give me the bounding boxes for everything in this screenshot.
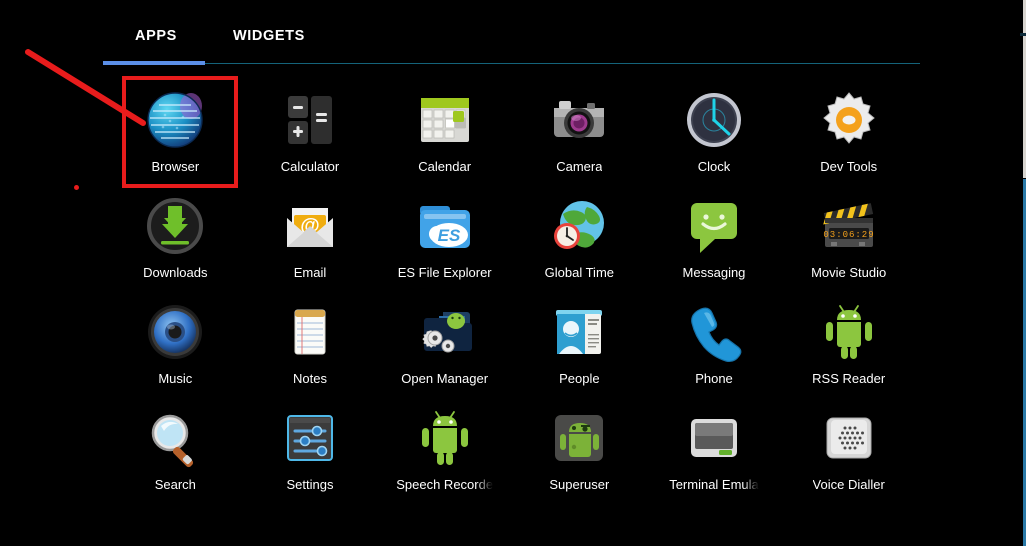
svg-text:ES: ES [437,226,460,245]
app-label: Messaging [682,265,746,280]
calendar-icon [409,84,481,156]
download-icon [139,190,211,262]
globe-clock-icon [543,190,615,262]
app-icon-superuser[interactable]: Superuser [512,396,647,502]
app-icon-camera[interactable]: Camera [512,78,647,184]
app-label: Search [154,477,196,492]
app-icon-messaging[interactable]: Messaging [647,184,782,290]
app-label: Superuser [549,477,610,492]
app-label: Dev Tools [820,159,878,174]
app-icon-people[interactable]: People [512,290,647,396]
app-label: People [559,371,600,386]
app-icon-global-time[interactable]: Global Time [512,184,647,290]
contact-card-icon [543,296,615,368]
app-label: Notes [293,371,327,386]
app-drawer-screen: APPS WIDGETS Browser Calculator Calendar… [0,0,1026,546]
calculator-icon [274,84,346,156]
app-label: Calendar [418,159,472,174]
tab-apps[interactable]: APPS [133,22,179,50]
app-icon-dev-tools[interactable]: Dev Tools [781,78,916,184]
app-icon-rss-reader[interactable]: RSS Reader [781,290,916,396]
tab-active-underline [103,61,205,65]
android-pirate-icon [543,402,615,474]
browser-highlight-box [122,76,238,188]
app-icon-terminal-emula[interactable]: Terminal Emula [647,396,782,502]
android-icon [813,296,885,368]
notepad-icon [274,296,346,368]
edge-tick-mark [1020,33,1026,36]
app-icon-open-manager[interactable]: Open Manager [377,290,512,396]
envelope-icon: @ [274,190,346,262]
app-icon-movie-studio[interactable]: 03:06:29 Movie Studio [781,184,916,290]
app-icon-notes[interactable]: Notes [243,290,378,396]
app-label: Movie Studio [811,265,887,280]
app-icon-speech-recorde[interactable]: Speech Recorde [377,396,512,502]
handset-icon [678,296,750,368]
tab-widgets[interactable]: WIDGETS [231,22,307,50]
app-icon-settings[interactable]: Settings [243,396,378,502]
app-icon-calendar[interactable]: Calendar [377,78,512,184]
app-label: ES File Explorer [397,265,492,280]
app-label: Camera [556,159,603,174]
app-icon-email[interactable]: @ Email [243,184,378,290]
app-label: Terminal Emula [669,477,759,492]
annotation-dot [74,185,79,190]
clock-icon [678,84,750,156]
speaker-icon [139,296,211,368]
app-label: Calculator [280,159,340,174]
app-icon-calculator[interactable]: Calculator [243,78,378,184]
svg-text:03:06:29: 03:06:29 [823,230,874,240]
app-icon-music[interactable]: Music [108,290,243,396]
app-label: Phone [695,371,733,386]
folder-gears-icon [409,296,481,368]
app-label: Voice Dialler [812,477,885,492]
app-label: Speech Recorde [396,477,494,492]
gear-icon [813,84,885,156]
speech-bubble-icon [678,190,750,262]
microphone-icon [813,402,885,474]
magnifier-icon [139,402,211,474]
app-label: Clock [697,159,731,174]
app-label: Downloads [143,265,208,280]
app-label: Music [158,371,193,386]
app-icon-voice-dialler[interactable]: Voice Dialler [781,396,916,502]
app-label: RSS Reader [812,371,886,386]
folder-es-icon: ES [409,190,481,262]
app-label: Global Time [544,265,615,280]
monitor-icon [678,402,750,474]
clapperboard-icon: 03:06:29 [813,190,885,262]
app-icon-es-file-explorer[interactable]: ES ES File Explorer [377,184,512,290]
camera-icon [543,84,615,156]
sliders-icon [274,402,346,474]
tab-bar-divider [205,63,920,64]
app-icon-search[interactable]: Search [108,396,243,502]
app-icon-phone[interactable]: Phone [647,290,782,396]
app-label: Open Manager [401,371,489,386]
android-icon [409,402,481,474]
app-label: Email [293,265,327,280]
app-icon-downloads[interactable]: Downloads [108,184,243,290]
app-label: Settings [286,477,334,492]
app-icon-clock[interactable]: Clock [647,78,782,184]
